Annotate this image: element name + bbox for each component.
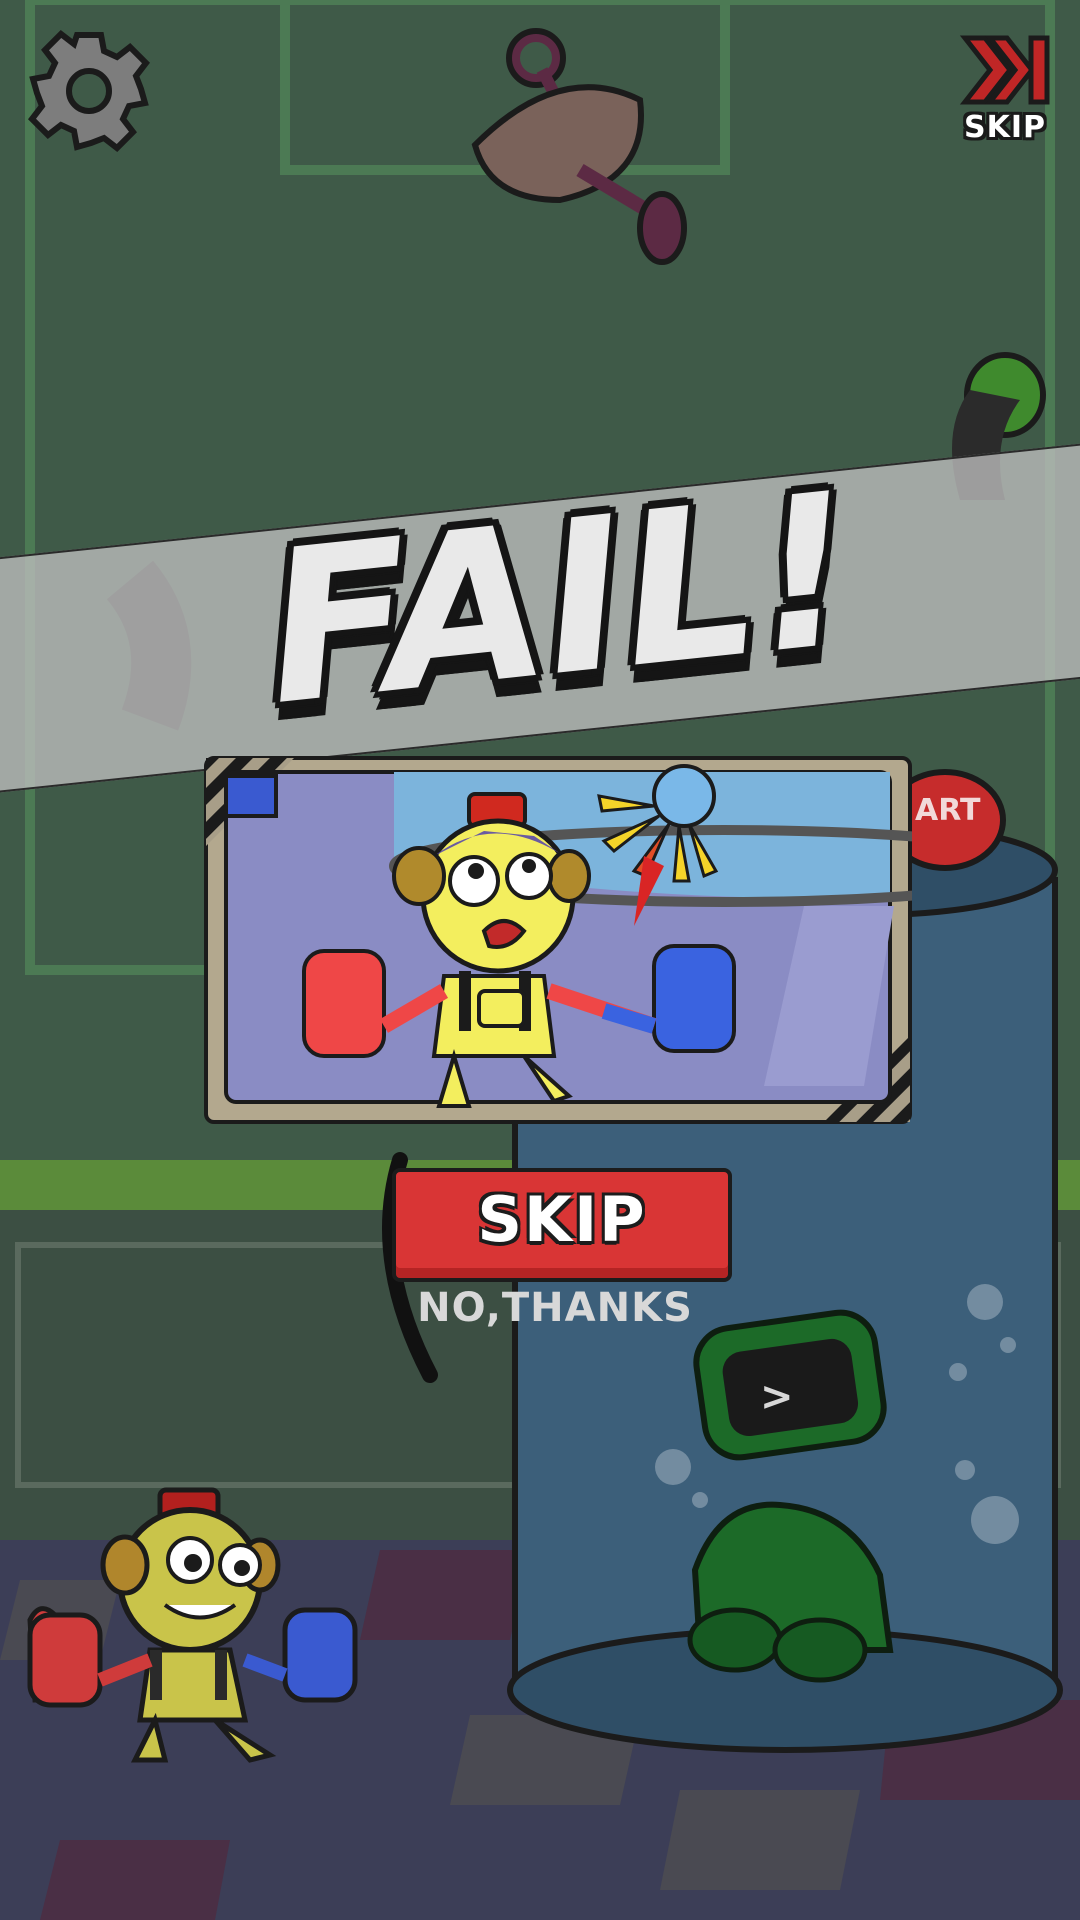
skip-button-label: SKIP (477, 1183, 647, 1256)
fail-illustration-art (204, 756, 1059, 1124)
skip-level-label: SKIP (963, 110, 1046, 145)
settings-button[interactable] (28, 30, 150, 152)
skip-level-button[interactable]: SKIP (955, 30, 1055, 150)
skip-forward-icon (959, 35, 1050, 105)
start-button-partial-label: ART (915, 793, 981, 828)
svg-text:>: > (760, 1374, 794, 1420)
no-thanks-link[interactable]: NO,THANKS (400, 1285, 710, 1331)
gear-icon (28, 30, 150, 152)
fail-illustration (204, 756, 1059, 1124)
skip-button[interactable]: SKIP (392, 1168, 732, 1282)
